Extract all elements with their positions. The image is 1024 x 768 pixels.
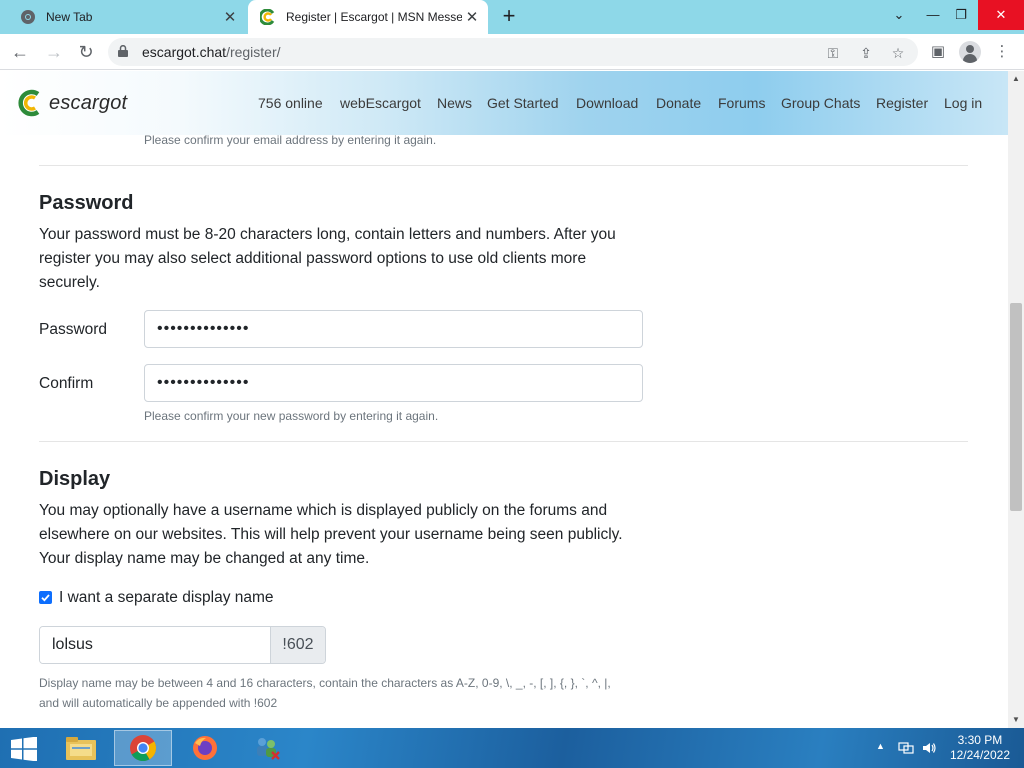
back-arrow-icon[interactable]: ←	[8, 40, 32, 64]
clock[interactable]: 3:30 PM 12/24/2022	[950, 733, 1010, 763]
checkmark-icon	[41, 594, 50, 602]
browser-toolbar: ← → ↻ escargot.chat/register/ ⚿ ⇪ ☆ ▣ ⋮	[0, 34, 1024, 70]
network-people-icon	[257, 738, 280, 760]
taskbar-network-app[interactable]	[238, 730, 296, 766]
nav-download[interactable]: Download	[576, 95, 638, 111]
nav-register[interactable]: Register	[876, 95, 928, 111]
password-label: Password	[39, 321, 108, 338]
tab-title: Register | Escargot | MSN Messen	[286, 10, 462, 24]
reload-icon[interactable]: ↻	[74, 40, 98, 64]
separate-display-name-label[interactable]: I want a separate display name	[59, 589, 274, 607]
star-icon[interactable]: ☆	[889, 44, 907, 62]
display-name-suffix: !602	[270, 627, 325, 663]
confirm-password-input[interactable]: ••••••••••••••	[144, 364, 643, 402]
display-name-group: lolsus !602	[39, 626, 326, 664]
password-description: Your password must be 8-20 characters lo…	[39, 226, 616, 291]
taskbar-firefox[interactable]	[176, 730, 234, 766]
windows-start-icon[interactable]	[10, 737, 38, 761]
chrome-favicon-icon	[21, 10, 35, 24]
tray-expand-icon[interactable]: ▲	[876, 741, 885, 751]
clock-time: 3:30 PM	[957, 733, 1003, 747]
lock-icon	[118, 45, 128, 57]
new-tab-button[interactable]: +	[498, 5, 520, 27]
nav-group-chats[interactable]: Group Chats	[781, 95, 860, 111]
taskbar: ▲ 3:30 PM 12/24/2022	[0, 728, 1024, 768]
email-confirm-help: Please confirm your email address by ent…	[144, 135, 437, 147]
nav-news[interactable]: News	[437, 95, 472, 111]
scroll-thumb[interactable]	[1010, 303, 1022, 511]
nav-donate[interactable]: Donate	[656, 95, 701, 111]
tab-close-icon[interactable]: ✕	[220, 8, 240, 26]
nav-login[interactable]: Log in	[944, 95, 982, 111]
url-text: escargot.chat/register/	[142, 44, 281, 60]
password-heading: Password	[39, 192, 134, 214]
section-divider	[39, 441, 968, 442]
url-path: /register/	[226, 44, 281, 60]
display-name-help-2: and will automatically be appended with …	[39, 696, 278, 710]
taskbar-chrome[interactable]	[114, 730, 172, 766]
firefox-icon	[193, 736, 217, 760]
site-navbar: escargot 756 online webEscargot News Get…	[0, 71, 1008, 135]
confirm-label: Confirm	[39, 375, 94, 392]
password-confirm-help: Please confirm your new password by ente…	[144, 409, 439, 423]
display-name-input[interactable]: lolsus	[40, 627, 270, 663]
tab-title: New Tab	[46, 10, 93, 24]
clock-date: 12/24/2022	[949, 748, 1010, 762]
tab-strip: New Tab ✕ Register | Escargot | MSN Mess…	[0, 0, 1024, 34]
menu-kebab-icon[interactable]: ⋮	[990, 40, 1014, 64]
escargot-favicon-icon	[260, 9, 275, 25]
side-panel-icon[interactable]: ▣	[926, 40, 950, 64]
tab-register[interactable]: Register | Escargot | MSN Messen ✕	[248, 0, 488, 34]
vertical-scrollbar[interactable]: ▲ ▼	[1008, 71, 1024, 728]
profile-avatar-icon[interactable]	[959, 41, 981, 63]
tab-new-tab[interactable]: New Tab ✕	[0, 0, 246, 34]
scroll-down-icon[interactable]: ▼	[1008, 712, 1024, 728]
key-icon[interactable]: ⚿	[824, 44, 842, 62]
display-heading: Display	[39, 468, 111, 490]
nav-forums[interactable]: Forums	[718, 95, 765, 111]
nav-webescargot[interactable]: webEscargot	[340, 95, 421, 111]
scroll-up-icon[interactable]: ▲	[1008, 71, 1024, 87]
display-name-help: Display name may be between 4 and 16 cha…	[39, 676, 611, 690]
url-host: escargot.chat	[142, 44, 227, 60]
tab-close-icon[interactable]: ✕	[462, 8, 482, 26]
volume-icon[interactable]	[921, 740, 937, 756]
section-divider	[39, 165, 968, 166]
chrome-icon	[130, 735, 157, 762]
nav-online-count: 756 online	[258, 95, 323, 111]
address-bar[interactable]: escargot.chat/register/ ⚿ ⇪ ☆	[108, 38, 918, 66]
taskbar-file-explorer[interactable]	[52, 730, 110, 766]
display-description: You may optionally have a username which…	[39, 502, 623, 567]
network-icon[interactable]	[898, 740, 914, 756]
password-input[interactable]: ••••••••••••••	[144, 310, 643, 348]
forward-arrow-icon[interactable]: →	[42, 40, 66, 64]
separate-display-name-checkbox[interactable]	[39, 591, 52, 604]
window-close-icon[interactable]: ✕	[978, 0, 1024, 30]
folder-icon	[66, 737, 96, 760]
nav-links: 756 online webEscargot News Get Started …	[0, 95, 1008, 115]
share-icon[interactable]: ⇪	[857, 44, 875, 62]
register-form: Please confirm your email address by ent…	[0, 135, 1008, 728]
chevron-down-icon[interactable]: ⌄	[882, 0, 916, 30]
restore-icon[interactable]: ❐	[944, 0, 978, 30]
nav-get-started[interactable]: Get Started	[487, 95, 559, 111]
